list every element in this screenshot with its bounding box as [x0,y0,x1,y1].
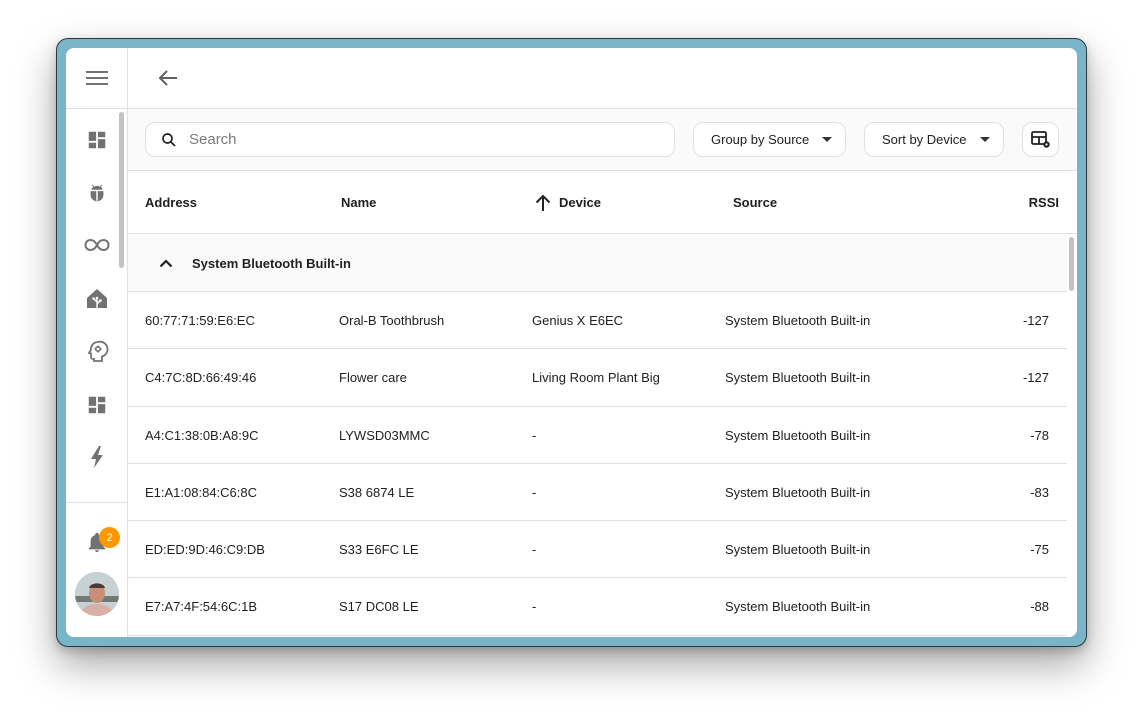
lightning-icon [91,446,103,468]
sidebar-item-energy[interactable] [77,437,117,477]
table-row[interactable]: 60:77:71:59:E6:EC Oral-B Toothbrush Geni… [128,292,1067,350]
column-label: Name [341,195,377,210]
sidebar-item-dashboard[interactable] [77,385,117,425]
main-content: Group by Source Sort by Device Address N… [128,48,1077,637]
notification-badge: 2 [99,527,120,548]
sidebar-item-infinity[interactable] [77,225,117,265]
cell-device: - [532,427,537,443]
column-header-device[interactable]: Device [535,171,601,234]
hamburger-menu-icon [85,71,108,85]
table-row[interactable]: A4:C1:38:0B:A8:9C LYWSD03MMC - System Bl… [128,407,1067,464]
sidebar-scrollbar[interactable] [119,112,124,268]
cell-device: Living Room Plant Big [532,370,660,386]
group-by-label: Group by Source [711,132,810,147]
column-label: Address [145,195,198,210]
cell-rssi: -78 [1030,427,1049,443]
cell-address: E1:A1:08:84:C6:8C [145,484,258,500]
table-row[interactable]: E7:A7:4F:54:6C:1B S17 DC08 LE - System B… [128,578,1067,636]
column-label: RSSI [1028,195,1059,210]
back-button[interactable] [148,58,188,98]
table-settings-button[interactable] [1022,122,1059,157]
table-body: System Bluetooth Built-in 60:77:71:59:E6… [128,235,1067,637]
cell-name: LYWSD03MMC [339,427,430,443]
cell-rssi: -127 [1022,313,1049,328]
cell-name: S17 DC08 LE [339,599,419,615]
search-icon [162,132,176,147]
cell-source: System Bluetooth Built-in [725,313,871,328]
cell-name: Flower care [339,370,407,386]
cell-source: System Bluetooth Built-in [725,370,871,386]
column-header-rssi[interactable]: RSSI [1029,171,1059,234]
table-row[interactable]: E1:A1:08:84:C6:8C S38 6874 LE - System B… [128,464,1067,522]
bug-icon [90,184,104,202]
head-cog-icon [87,340,109,362]
dashboard-icon [88,131,106,149]
sidebar-header [66,48,127,109]
column-label: Source [733,195,778,210]
user-avatar[interactable] [75,572,119,616]
sort-by-label: Sort by Device [882,132,967,147]
column-header-name[interactable]: Name [341,171,376,234]
cell-name: S38 6874 LE [339,484,415,500]
cell-address: ED:ED:9D:46:C9:DB [145,542,265,558]
sidebar-item-assist[interactable] [77,331,117,371]
column-header-source[interactable]: Source [733,171,777,234]
cell-source: System Bluetooth Built-in [725,599,871,615]
cell-rssi: -75 [1030,542,1049,558]
caret-down-icon [822,137,833,142]
search-input[interactable] [189,131,659,148]
cell-device: - [532,542,537,558]
table-row[interactable]: C4:7C:8D:66:49:46 Flower care Living Roo… [128,349,1067,407]
app-window: 2 Group by Source [66,48,1077,637]
cell-address: E7:A7:4F:54:6C:1B [145,599,258,615]
group-header[interactable]: System Bluetooth Built-in [128,235,1067,292]
cell-device: - [532,484,537,500]
cell-source: System Bluetooth Built-in [725,427,871,443]
sidebar-item-overview[interactable] [77,120,117,160]
menu-button[interactable] [77,58,117,98]
table-header: Address Name Device Source RSSI [128,171,1077,234]
column-header-address[interactable]: Address [145,171,197,234]
cell-name: Oral-B Toothbrush [339,313,445,328]
table-scrollbar[interactable] [1069,237,1074,291]
home-assistant-icon [87,289,107,308]
cell-source: System Bluetooth Built-in [725,542,871,558]
cell-rssi: -83 [1030,484,1049,500]
sidebar-item-bug[interactable] [77,173,117,213]
sidebar-divider [66,502,128,503]
cell-rssi: -127 [1022,370,1049,386]
search-field[interactable] [145,122,675,157]
column-label: Device [559,195,601,210]
top-bar [128,48,1077,109]
cell-name: S33 E6FC LE [339,542,419,558]
group-by-dropdown[interactable]: Group by Source [693,122,846,157]
cell-source: System Bluetooth Built-in [725,484,871,500]
table-row[interactable]: ED:ED:9D:46:C9:DB S33 E6FC LE - System B… [128,521,1067,579]
cell-rssi: -88 [1030,599,1049,615]
sort-ascending-arrow-icon [535,194,551,211]
cell-device: - [532,599,537,615]
infinity-icon [84,238,110,252]
table-settings-icon [1030,130,1050,148]
cell-address: C4:7C:8D:66:49:46 [145,370,257,386]
sidebar-item-home-assistant[interactable] [77,279,117,319]
sort-by-dropdown[interactable]: Sort by Device [864,122,1004,157]
chevron-up-icon [158,255,174,271]
dashboard-icon [88,396,106,414]
cell-address: 60:77:71:59:E6:EC [145,313,255,328]
avatar-photo [75,572,119,616]
cell-address: A4:C1:38:0B:A8:9C [145,427,259,443]
sidebar: 2 [66,48,128,637]
group-label: System Bluetooth Built-in [192,255,351,271]
cell-device: Genius X E6EC [532,313,624,328]
filter-toolbar: Group by Source Sort by Device [128,109,1077,171]
caret-down-icon [979,137,990,142]
arrow-left-icon [158,70,177,86]
